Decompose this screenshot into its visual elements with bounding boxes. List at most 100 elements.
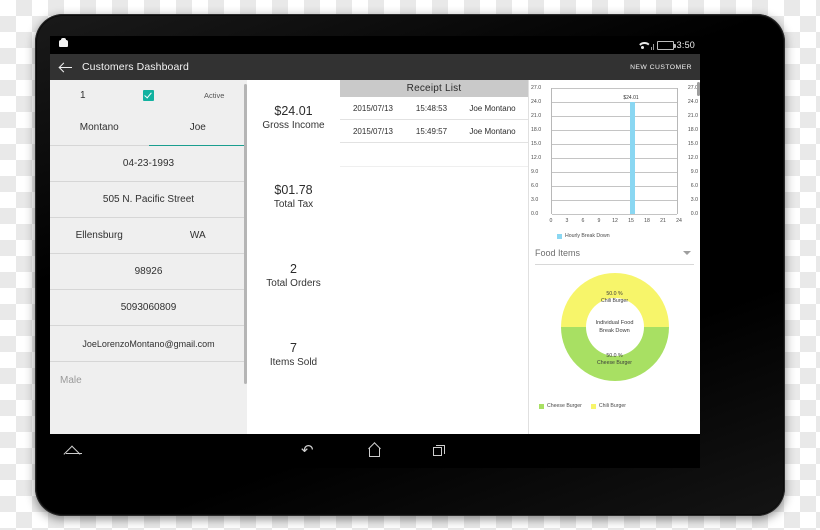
receipt-time: 15:48:53 xyxy=(415,103,448,113)
wifi-icon xyxy=(637,41,648,50)
legend-item-chili: Chili Burger xyxy=(590,403,627,409)
y-axis-tick: 9.0 xyxy=(531,169,539,175)
bar[interactable] xyxy=(629,101,635,214)
y-axis-tick: 0.0 xyxy=(531,211,539,217)
y-axis-tick: 18.0 xyxy=(531,127,542,133)
battery-icon xyxy=(656,40,676,50)
stat-value: $01.78 xyxy=(274,183,313,197)
dashboard-content: 1 Active Montano Joe 04-23-1993 505 N. P… xyxy=(50,80,700,434)
grid-line xyxy=(552,88,677,89)
recent-apps-icon[interactable] xyxy=(433,445,445,456)
legend-swatch xyxy=(557,233,562,239)
email-field[interactable]: JoeLorenzoMontano@gmail.com xyxy=(50,326,247,362)
stat-label: Items Sold xyxy=(269,357,318,368)
grid-line xyxy=(552,130,677,131)
active-label-cell: Active xyxy=(181,80,247,110)
donut-center-line2: Break Down xyxy=(599,328,630,334)
receipt-empty-row xyxy=(340,143,528,167)
y-axis-tick: 12.0 xyxy=(531,155,542,161)
food-items-select[interactable]: Food Items xyxy=(535,242,694,265)
form-row-birthdate: 04-23-1993 xyxy=(50,146,247,182)
y-axis-tick: 12.0 xyxy=(687,155,698,161)
zip-field[interactable]: 98926 xyxy=(50,254,247,290)
signal-icon xyxy=(650,41,654,50)
x-axis-tick: 9 xyxy=(597,218,601,224)
last-name-field[interactable]: Montano xyxy=(50,110,149,146)
x-axis-tick: 21 xyxy=(660,218,666,224)
y-axis-tick: 3.0 xyxy=(531,197,539,203)
new-customer-button[interactable]: NEW CUSTOMER xyxy=(630,54,692,80)
state-field[interactable]: WA xyxy=(148,218,247,254)
receipt-customer: Joe Montano xyxy=(469,103,516,113)
x-axis-tick: 15 xyxy=(628,218,634,224)
page-root: 3:50 Customers Dashboard NEW CUSTOMER 1 … xyxy=(0,0,820,530)
active-checkbox[interactable] xyxy=(143,89,154,101)
slice-percent: 50.0 % xyxy=(606,353,623,359)
form-scrollbar[interactable] xyxy=(244,84,247,384)
city-field[interactable]: Ellensburg xyxy=(50,218,149,254)
birthdate-field[interactable]: 04-23-1993 xyxy=(50,146,247,182)
stat-label: Total Tax xyxy=(273,199,314,210)
form-row-zip: 98926 xyxy=(50,254,247,290)
legend-item-cheese: Cheese Burger xyxy=(539,403,582,409)
receipt-customer: Joe Montano xyxy=(469,126,516,136)
chevron-down-icon xyxy=(683,251,691,255)
receipt-list-panel: Receipt List 2015/07/13 15:48:53 Joe Mon… xyxy=(340,80,528,434)
stat-value: 7 xyxy=(290,341,297,355)
back-icon[interactable]: ↶ xyxy=(301,443,315,458)
app-bar: Customers Dashboard NEW CUSTOMER xyxy=(50,54,700,80)
donut-center-line1: Individual Food xyxy=(595,320,634,326)
food-breakdown-donut-chart: Individual Food Break Down 50.0 % Chili … xyxy=(529,265,700,411)
form-row-name: Montano Joe xyxy=(50,110,247,146)
form-row-city-state: Ellensburg WA xyxy=(50,218,247,254)
y-axis-tick: 24.0 xyxy=(687,99,698,105)
grid-line xyxy=(552,158,677,159)
y-axis-tick: 3.0 xyxy=(690,197,698,203)
donut-slice-label-chili: 50.0 % Chili Burger xyxy=(601,291,628,305)
status-clock: 3:50 xyxy=(676,40,695,50)
y-axis-tick: 6.0 xyxy=(690,183,698,189)
grid-line xyxy=(552,214,677,215)
stat-items-sold: 7 Items Sold xyxy=(247,341,340,370)
y-axis-tick: 9.0 xyxy=(690,169,698,175)
stat-value: 2 xyxy=(290,262,297,276)
phone-field[interactable]: 5093060809 xyxy=(50,290,247,326)
grid-line xyxy=(552,116,677,117)
home-icon[interactable] xyxy=(368,444,382,457)
stat-gross-income: $24.01 Gross Income xyxy=(247,104,340,133)
status-bar-right: 3:50 xyxy=(637,38,695,52)
table-row[interactable]: 2015/07/13 15:48:53 Joe Montano xyxy=(340,97,528,120)
stats-panel: $24.01 Gross Income $01.78 Total Tax 2 T… xyxy=(247,80,340,434)
receipt-time: 15:49:57 xyxy=(415,126,448,136)
y-axis-tick: 18.0 xyxy=(687,127,698,133)
y-axis-tick: 21.0 xyxy=(687,113,698,119)
nav-icons: ↶ xyxy=(50,434,700,468)
legend-label: Chili Burger xyxy=(598,403,627,409)
bar-value-label: $24.01 xyxy=(623,94,639,101)
x-axis-tick: 0 xyxy=(549,218,553,224)
gender-select[interactable]: Male xyxy=(50,362,247,398)
street-field[interactable]: 505 N. Pacific Street xyxy=(50,182,247,218)
charts-panel: 0.0 3.0 6.0 9.0 12.0 15.0 18.0 21.0 24.0 27.0 0.0… xyxy=(528,80,700,434)
stat-total-tax: $01.78 Total Tax xyxy=(247,183,340,212)
customer-id-field[interactable]: 1 xyxy=(50,80,116,110)
grid-line xyxy=(552,186,677,187)
donut-legend: Cheese Burger Chili Burger xyxy=(539,403,626,409)
first-name-field[interactable]: Joe xyxy=(148,110,247,146)
legend-label: Cheese Burger xyxy=(547,403,582,409)
stat-label: Total Orders xyxy=(266,278,321,289)
y-axis-tick: 24.0 xyxy=(531,99,542,105)
status-bar: 3:50 xyxy=(50,36,700,54)
charts-scrollbar[interactable] xyxy=(697,82,700,96)
grid-line xyxy=(552,172,677,173)
customer-form-panel: 1 Active Montano Joe 04-23-1993 505 N. P… xyxy=(50,80,247,434)
legend-label: Hourly Break Down xyxy=(565,233,610,239)
x-axis-tick: 12 xyxy=(612,218,618,224)
back-arrow-icon[interactable] xyxy=(58,59,74,75)
expand-up-icon[interactable] xyxy=(66,444,82,455)
form-row-id-active: 1 Active xyxy=(50,80,247,110)
slice-name: Cheese Burger xyxy=(597,360,632,366)
x-axis-tick: 24 xyxy=(676,218,682,224)
active-checkbox-cell xyxy=(115,80,182,110)
table-row[interactable]: 2015/07/13 15:49:57 Joe Montano xyxy=(340,120,528,143)
